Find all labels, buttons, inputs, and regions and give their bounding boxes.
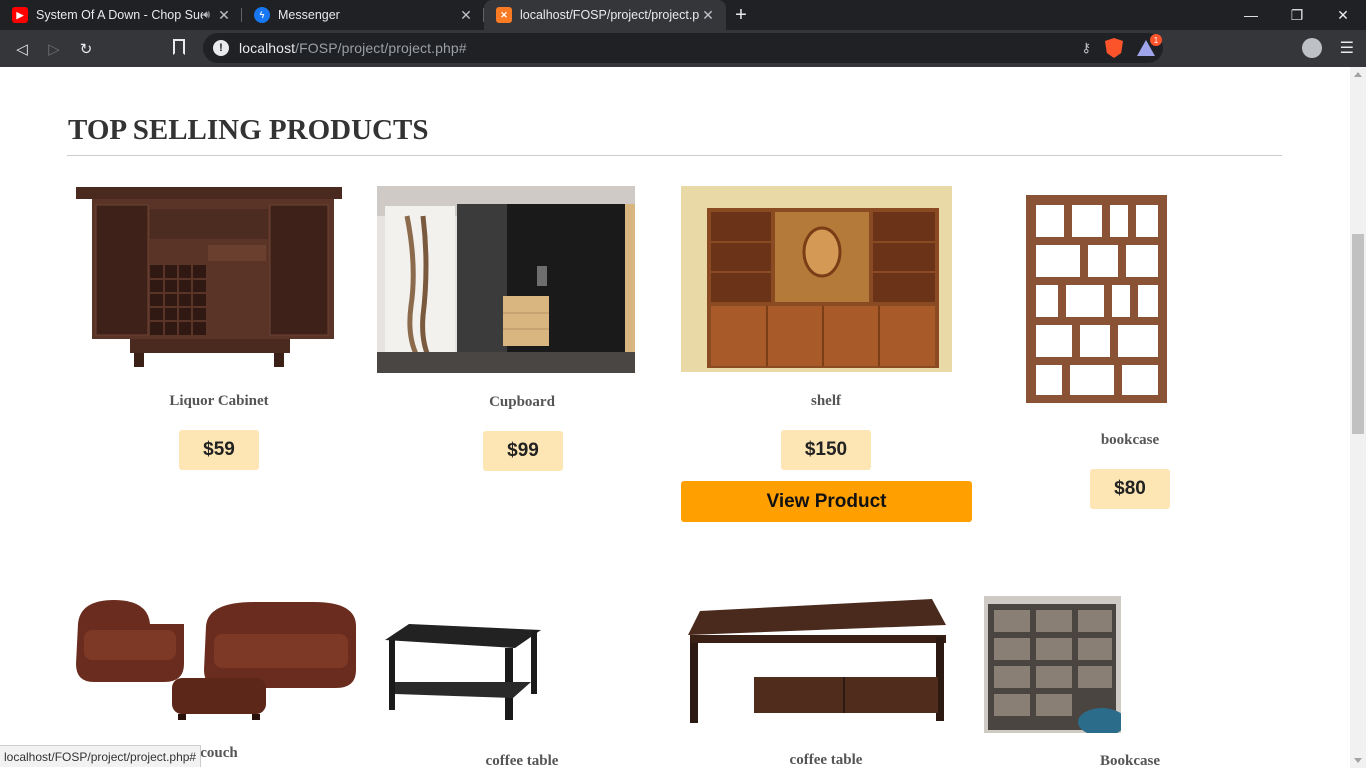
minimize-icon[interactable]: — [1228, 0, 1274, 30]
brave-shields-icon[interactable] [1105, 38, 1123, 58]
url-text[interactable]: localhost/FOSP/project/project.php# [239, 40, 467, 56]
forward-icon[interactable]: ▷ [38, 33, 70, 65]
tab-title: System Of A Down - Chop Sue [36, 8, 204, 22]
close-tab-icon[interactable]: ✕ [458, 7, 474, 24]
restore-icon[interactable]: ❐ [1274, 0, 1320, 30]
product-name[interactable]: Cupboard [422, 394, 622, 411]
coffee-table-image[interactable] [684, 597, 948, 729]
tab-messenger[interactable]: ϟ Messenger ✕ [242, 0, 484, 30]
tab-strip: ▶ System Of A Down - Chop Sue 🔊︎ ✕ ϟ Mes… [0, 0, 1366, 30]
back-icon[interactable]: ◁ [6, 33, 38, 65]
coffee-table-image[interactable] [385, 622, 541, 722]
product-price: $59 [179, 430, 259, 470]
product-price: $80 [1090, 469, 1170, 509]
product-name[interactable]: Bookcase [1030, 753, 1230, 768]
product-name[interactable]: Liquor Cabinet [119, 393, 319, 410]
view-product-button[interactable]: View Product [681, 481, 972, 522]
section-heading: TOP SELLING PRODUCTS [68, 114, 429, 146]
xampp-icon: ✕ [496, 7, 512, 23]
rewards-badge: 1 [1150, 34, 1162, 46]
tab-youtube[interactable]: ▶ System Of A Down - Chop Sue 🔊︎ ✕ [0, 0, 242, 30]
tab-localhost[interactable]: ✕ localhost/FOSP/project/project.php ✕ [484, 0, 726, 30]
product-price: $150 [781, 430, 871, 470]
youtube-icon: ▶ [12, 7, 28, 23]
window-controls: — ❐ ✕ [1228, 0, 1366, 30]
brave-rewards-icon[interactable]: 1 [1137, 34, 1162, 56]
close-window-icon[interactable]: ✕ [1320, 0, 1366, 30]
menu-icon[interactable]: ☰ [1340, 38, 1354, 58]
bookmark-icon[interactable] [173, 39, 185, 55]
tab-title: localhost/FOSP/project/project.php [520, 8, 700, 22]
product-name[interactable]: shelf [726, 393, 926, 410]
reload-icon[interactable]: ↻ [70, 33, 102, 65]
liquor-cabinet-image[interactable] [74, 185, 344, 372]
messenger-icon: ϟ [254, 7, 270, 23]
scroll-up-icon[interactable] [1354, 72, 1362, 77]
scroll-down-icon[interactable] [1354, 758, 1362, 763]
new-tab-button[interactable]: + [726, 0, 756, 30]
product-price: $99 [483, 431, 563, 471]
product-name[interactable]: coffee table [726, 752, 926, 768]
bookcase-image[interactable] [1024, 193, 1169, 405]
couch-image[interactable] [74, 594, 358, 722]
site-info-icon[interactable]: ! [213, 40, 229, 56]
url-path: /FOSP/project/project.php# [295, 40, 467, 56]
browser-toolbar: ◁ ▷ ↻ ! localhost/FOSP/project/project.p… [0, 30, 1366, 67]
address-bar[interactable]: ! localhost/FOSP/project/project.php# ⚷ … [203, 33, 1163, 63]
close-tab-icon[interactable]: ✕ [700, 7, 716, 24]
scrollbar-thumb[interactable] [1352, 234, 1364, 434]
vertical-scrollbar[interactable] [1350, 67, 1366, 768]
status-bar-url: localhost/FOSP/project/project.php# [0, 745, 202, 767]
product-name[interactable]: coffee table [422, 753, 622, 768]
key-icon[interactable]: ⚷ [1081, 40, 1091, 56]
close-tab-icon[interactable]: ✕ [216, 7, 232, 24]
tab-title: Messenger [278, 8, 340, 22]
shelf-image[interactable] [681, 186, 952, 372]
speaker-icon[interactable]: 🔊︎ [203, 9, 210, 22]
bookcase-image[interactable] [984, 596, 1121, 733]
product-name[interactable]: bookcase [1030, 432, 1230, 449]
cupboard-image[interactable] [377, 186, 635, 373]
page-viewport: TOP SELLING PRODUCTS Liquor Cabinet $59 [0, 67, 1350, 768]
profile-avatar-icon[interactable] [1302, 38, 1322, 58]
heading-divider [67, 155, 1282, 156]
url-host: localhost [239, 40, 296, 56]
